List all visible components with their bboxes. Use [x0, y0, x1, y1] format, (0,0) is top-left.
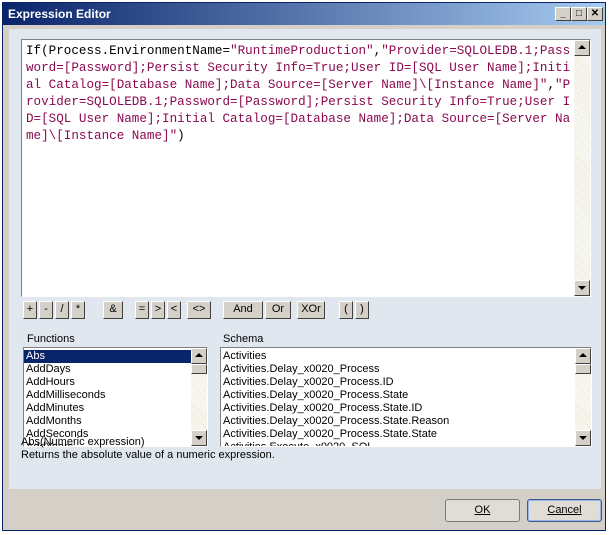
minimize-button[interactable]: _	[555, 7, 571, 21]
operator-button[interactable]: (	[339, 301, 353, 319]
expression-token: ,	[547, 78, 556, 92]
operator-button[interactable]: And	[223, 301, 263, 319]
function-list-item[interactable]: AddMinutes	[24, 402, 191, 415]
expression-token: If(Process.EnvironmentName=	[26, 44, 231, 58]
operator-button[interactable]: >	[151, 301, 165, 319]
operator-button[interactable]: &	[103, 301, 123, 319]
function-list-item[interactable]: AddMonths	[24, 415, 191, 428]
operator-button[interactable]: -	[39, 301, 53, 319]
arrow-up-icon	[195, 353, 203, 357]
schema-scroll-thumb[interactable]	[575, 364, 591, 374]
functions-label: Functions	[27, 333, 75, 345]
dialog-footer: OK Cancel	[9, 491, 602, 527]
expression-text[interactable]: If(Process.EnvironmentName="RuntimeProdu…	[26, 43, 571, 145]
operator-button[interactable]: )	[355, 301, 369, 319]
functions-scroll-up-button[interactable]	[191, 348, 207, 364]
expression-textbox[interactable]: If(Process.EnvironmentName="RuntimeProdu…	[21, 39, 591, 297]
schema-list-item[interactable]: Activities.Delay_x0020_Process.State	[221, 389, 571, 402]
schema-list-item[interactable]: Activities.Delay_x0020_Process	[221, 363, 571, 376]
expression-token: )	[177, 129, 185, 143]
schema-listbox[interactable]: Activities Activities.Delay_x0020_Process…	[220, 347, 592, 447]
schema-scroll-up-button[interactable]	[575, 348, 591, 364]
ok-button[interactable]: OK	[445, 499, 520, 522]
cancel-button[interactable]: Cancel	[527, 499, 602, 522]
cancel-button-label: Cancel	[547, 504, 582, 516]
expression-editor-window: Expression Editor _ □ ✕ If(Process.Envir…	[2, 2, 606, 531]
scroll-down-button[interactable]	[574, 280, 590, 296]
ok-button-label: OK	[474, 504, 491, 516]
arrow-down-icon	[579, 436, 587, 440]
operator-button[interactable]: /	[55, 301, 69, 319]
function-list-item[interactable]: AddHours	[24, 376, 191, 389]
function-description-text: Returns the absolute value of a numeric …	[21, 449, 275, 461]
schema-list-item[interactable]: Activities.Delay_x0020_Process.State.Rea…	[221, 415, 571, 428]
scroll-up-button[interactable]	[574, 40, 590, 56]
function-list-item[interactable]: AddMilliseconds	[24, 389, 191, 402]
string-literal: "RuntimeProduction"	[230, 44, 374, 58]
function-list-item[interactable]: AddDays	[24, 363, 191, 376]
functions-listbox[interactable]: Abs AddDays AddHours AddMilliseconds AddMinu…	[23, 347, 208, 447]
operator-button[interactable]: <>	[187, 301, 211, 319]
function-signature: Abs(Numeric expression)	[21, 436, 145, 448]
schema-list-item[interactable]: Activities	[221, 350, 571, 363]
function-list-item[interactable]: Abs	[24, 350, 191, 363]
title-bar: Expression Editor _ □ ✕	[3, 3, 605, 25]
window-title: Expression Editor	[8, 7, 111, 21]
schema-scrollbar[interactable]	[575, 348, 591, 446]
function-description: Abs(Numeric expression) Returns the abso…	[21, 436, 275, 462]
close-button[interactable]: ✕	[587, 7, 603, 21]
schema-label: Schema	[223, 333, 264, 345]
arrow-down-icon	[578, 286, 586, 290]
operator-button[interactable]: +	[23, 301, 37, 319]
operator-button[interactable]: Or	[265, 301, 291, 319]
operator-button[interactable]: XOr	[297, 301, 325, 319]
schema-scroll-down-button[interactable]	[575, 430, 591, 446]
expression-scrollbar[interactable]	[574, 40, 590, 296]
schema-list-item[interactable]: Activities.Delay_x0020_Process.State.ID	[221, 402, 571, 415]
operator-button[interactable]: =	[135, 301, 149, 319]
functions-scroll-thumb[interactable]	[191, 364, 207, 374]
arrow-up-icon	[579, 353, 587, 357]
operator-button[interactable]: *	[71, 301, 85, 319]
schema-list-item[interactable]: Activities.Delay_x0020_Process.ID	[221, 376, 571, 389]
operator-button[interactable]: <	[167, 301, 181, 319]
arrow-up-icon	[578, 45, 586, 49]
functions-scrollbar[interactable]	[191, 348, 207, 446]
editor-panel: If(Process.EnvironmentName="RuntimeProdu…	[9, 29, 601, 489]
maximize-button[interactable]: □	[571, 7, 587, 21]
